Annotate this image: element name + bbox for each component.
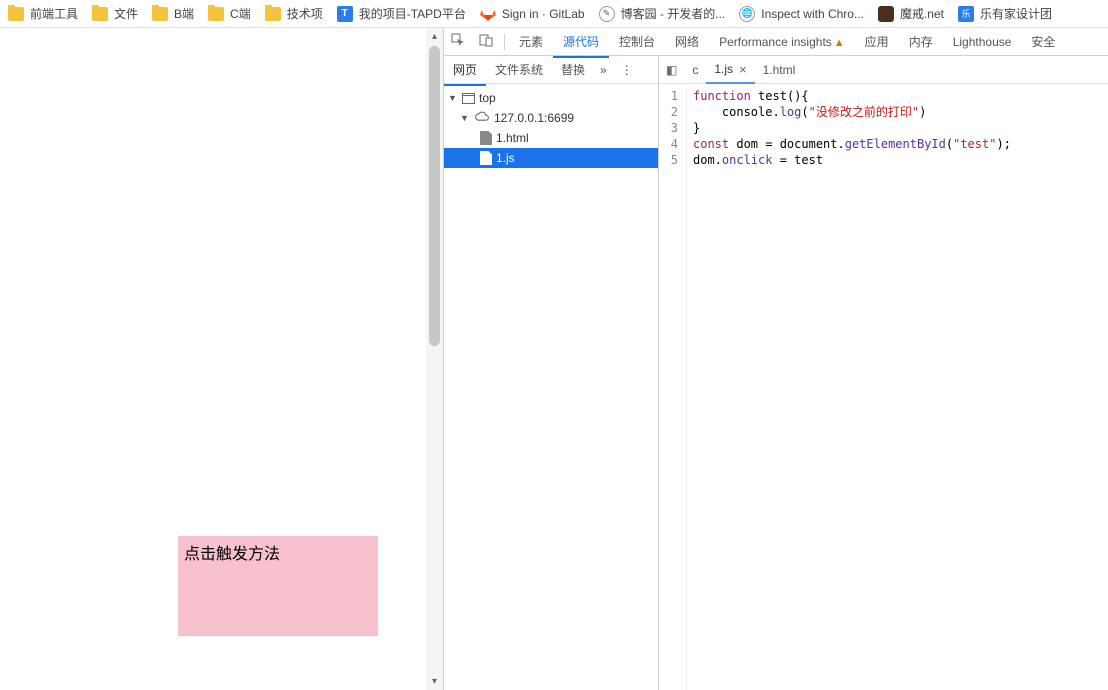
scroll-down-icon[interactable]: ▾ [426, 673, 443, 690]
folder-icon [8, 7, 24, 21]
device-toggle-icon[interactable] [472, 33, 500, 50]
main-area: 点击触发方法 ▴ ▾ 元素 源代码 控制台 网络 Performance ins… [0, 28, 1108, 690]
leyou-icon: 乐 [958, 6, 974, 22]
sources-panel: 网页 文件系统 替换 » ⋮ ▼ top ▼ 127.0.0.1:66 [444, 56, 1108, 690]
file-tree: ▼ top ▼ 127.0.0.1:6699 1.html [444, 84, 658, 690]
gitlab-icon [480, 6, 496, 22]
toggle-sidebar-icon[interactable]: ◧ [659, 63, 684, 77]
separator [504, 34, 505, 50]
window-icon [462, 93, 475, 104]
tab-memory[interactable]: 内存 [899, 27, 943, 56]
cloud-icon [474, 111, 490, 126]
editor-tab-js[interactable]: 1.js × [706, 57, 754, 84]
tapd-icon: T [337, 6, 353, 22]
tab-label: 1.js [714, 62, 733, 76]
folder-icon [265, 7, 281, 21]
bookmarks-bar: 前端工具 文件 B端 C端 技术项 T 我的项目-TAPD平台 Sign in ·… [0, 0, 1108, 28]
bookmark-label: 技术项 [287, 5, 323, 22]
page-scrollbar[interactable]: ▴ ▾ [426, 28, 443, 690]
subtab-overrides[interactable]: 替换 [552, 55, 594, 84]
bookmark-label: 魔戒.net [900, 5, 944, 22]
bookmark-label: 我的项目-TAPD平台 [359, 5, 466, 22]
devtools: 元素 源代码 控制台 网络 Performance insights▲ 应用 内… [443, 28, 1108, 690]
folder-icon [152, 7, 168, 21]
subtab-page[interactable]: 网页 [444, 55, 486, 86]
close-icon[interactable]: × [739, 62, 747, 77]
bookmark-folder-tech[interactable]: 技术项 [265, 5, 323, 22]
more-subtabs-icon[interactable]: » [594, 63, 613, 77]
folder-icon [208, 7, 224, 21]
tab-performance[interactable]: Performance insights▲ [709, 29, 855, 55]
editor-tabs: ◧ c 1.js × 1.html [659, 56, 1108, 84]
editor-pane: ◧ c 1.js × 1.html 12345 function test(){… [659, 56, 1108, 690]
breadcrumb[interactable]: c [684, 63, 706, 77]
globe-icon: 🌐 [739, 6, 755, 22]
file-icon [480, 151, 492, 165]
tab-network[interactable]: 网络 [665, 27, 709, 56]
warn-icon: ▲ [834, 37, 845, 49]
page-pane: 点击触发方法 ▴ ▾ [0, 28, 443, 690]
bookmark-label: Sign in · GitLab [502, 7, 585, 21]
devtools-tabs: 元素 源代码 控制台 网络 Performance insights▲ 应用 内… [444, 28, 1108, 56]
tree-item-top[interactable]: ▼ top [444, 88, 658, 108]
tree-item-host[interactable]: ▼ 127.0.0.1:6699 [444, 108, 658, 128]
tab-console[interactable]: 控制台 [609, 27, 665, 56]
navigator-menu-icon[interactable]: ⋮ [613, 63, 641, 77]
tab-security[interactable]: 安全 [1021, 27, 1065, 56]
bookmark-label: 文件 [114, 5, 138, 22]
tree-label: 1.js [496, 151, 515, 165]
gutter: 12345 [659, 88, 687, 690]
tree-label: top [479, 91, 496, 105]
tab-sources[interactable]: 源代码 [553, 27, 609, 58]
scroll-up-icon[interactable]: ▴ [426, 28, 443, 45]
inspect-element-icon[interactable] [444, 33, 472, 50]
bookmark-leyou[interactable]: 乐乐有家设计团 [958, 5, 1052, 22]
folder-icon [92, 7, 108, 21]
code-editor[interactable]: 12345 function test(){ console.log("没修改之… [659, 84, 1108, 690]
bookmark-folder-frontend[interactable]: 前端工具 [8, 5, 78, 22]
bookmark-label: Inspect with Chro... [761, 7, 864, 21]
bookmark-folder-c[interactable]: C端 [208, 5, 251, 22]
tab-application[interactable]: 应用 [855, 27, 899, 56]
tab-label: 1.html [763, 63, 796, 77]
bookmark-tapd[interactable]: T 我的项目-TAPD平台 [337, 5, 466, 22]
bookmark-mojie[interactable]: 魔戒.net [878, 5, 944, 22]
bookmark-label: 乐有家设计团 [980, 5, 1052, 22]
scrollbar-thumb[interactable] [429, 46, 440, 346]
bookmark-label: C端 [230, 5, 251, 22]
bookmark-cnblogs[interactable]: ✎ 博客园 - 开发者的... [599, 5, 726, 22]
editor-tab-html[interactable]: 1.html [755, 56, 804, 83]
tree-item-file-js[interactable]: 1.js [444, 148, 658, 168]
tree-label: 127.0.0.1:6699 [494, 111, 574, 125]
tab-label: Performance insights [719, 35, 832, 49]
bookmark-inspect[interactable]: 🌐 Inspect with Chro... [739, 6, 864, 22]
expand-icon: ▼ [460, 113, 470, 123]
mojie-icon [878, 6, 894, 22]
code-content: function test(){ console.log("没修改之前的打印")… [687, 88, 1011, 690]
bookmark-label: B端 [174, 5, 194, 22]
tree-item-file-html[interactable]: 1.html [444, 128, 658, 148]
tab-lighthouse[interactable]: Lighthouse [943, 29, 1022, 55]
cnblogs-icon: ✎ [599, 6, 615, 22]
test-click-box[interactable]: 点击触发方法 [178, 536, 378, 636]
navigator-subtabs: 网页 文件系统 替换 » ⋮ [444, 56, 658, 84]
expand-icon: ▼ [448, 93, 458, 103]
tab-elements[interactable]: 元素 [509, 27, 553, 56]
bookmark-gitlab[interactable]: Sign in · GitLab [480, 6, 585, 22]
tree-label: 1.html [496, 131, 529, 145]
bookmark-folder-files[interactable]: 文件 [92, 5, 138, 22]
file-icon [480, 131, 492, 145]
bookmark-folder-b[interactable]: B端 [152, 5, 194, 22]
bookmark-label: 前端工具 [30, 5, 78, 22]
subtab-filesystem[interactable]: 文件系统 [486, 55, 552, 84]
bookmark-label: 博客园 - 开发者的... [621, 5, 726, 22]
sources-navigator: 网页 文件系统 替换 » ⋮ ▼ top ▼ 127.0.0.1:66 [444, 56, 659, 690]
